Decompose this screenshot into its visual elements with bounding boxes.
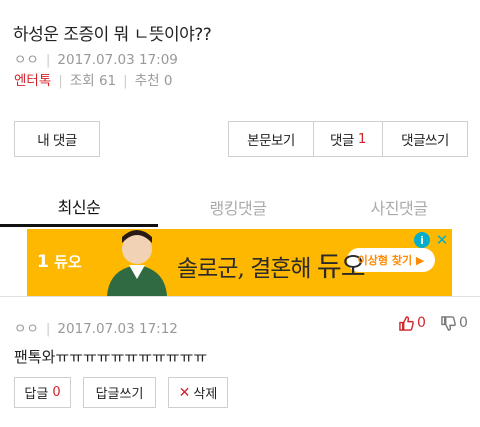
reply-label: 답글	[24, 387, 49, 402]
downvote-button[interactable]: 0	[441, 315, 468, 331]
view-count: 조회 61	[69, 73, 117, 89]
comment-meta: ㅇㅇ | 2017.07.03 17:12	[14, 321, 178, 337]
thumbs-down-icon	[441, 315, 456, 331]
post-author[interactable]: ㅇㅇ	[14, 52, 39, 68]
ad-info-icon[interactable]: i	[414, 232, 430, 248]
upvote-button[interactable]: 0	[399, 315, 426, 331]
reply-count: 0	[52, 385, 61, 400]
comments-button[interactable]: 댓글 1	[313, 121, 383, 157]
write-reply-button[interactable]: 답글쓰기	[83, 377, 156, 408]
thumbs-up-icon	[399, 315, 414, 331]
view-body-button[interactable]: 본문보기	[228, 121, 314, 157]
comment-datetime: 2017.07.03 17:12	[57, 321, 178, 337]
write-reply-label: 답글쓰기	[95, 387, 144, 402]
divider	[0, 296, 480, 297]
ad-brand-name: 듀오	[54, 253, 82, 271]
view-body-label: 본문보기	[247, 133, 295, 149]
ad-close-icon[interactable]: ✕	[434, 231, 450, 249]
write-comment-button[interactable]: 댓글쓰기	[382, 121, 468, 157]
tab-latest[interactable]: 최신순	[0, 187, 158, 227]
tab-photo[interactable]: 사진댓글	[318, 187, 480, 227]
comment-author[interactable]: ㅇㅇ	[14, 321, 39, 337]
downvote-count: 0	[459, 315, 468, 331]
reply-button[interactable]: 답글 0	[14, 377, 71, 408]
ad-brand: 1 듀오	[37, 251, 82, 272]
comments-label: 댓글	[330, 133, 354, 149]
post-meta: ㅇㅇ | 2017.07.03 17:09	[14, 52, 178, 68]
my-comments-label: 내 댓글	[37, 133, 77, 149]
write-comment-label: 댓글쓰기	[401, 133, 449, 149]
upvote-count: 0	[417, 315, 426, 331]
post-title: 하성운 조증이 뭐 ㄴ뜻이야??	[13, 25, 212, 45]
ad-banner[interactable]: 1 듀오 솔로군, 결혼해 듀오 이상형 찾기 ▶ i ✕	[27, 229, 452, 296]
my-comments-button[interactable]: 내 댓글	[14, 121, 100, 157]
category-link[interactable]: 엔터톡	[14, 73, 51, 89]
ad-cta-button[interactable]: 이상형 찾기 ▶	[347, 248, 435, 272]
recommend-count: 추천 0	[134, 73, 173, 89]
delete-label: 삭제	[193, 387, 218, 402]
ad-slogan: 솔로군, 결혼해 듀오	[177, 245, 366, 284]
comment-text: 팬톡와ㅠㅠㅠㅠㅠㅠㅠㅠㅠㅠㅠ	[14, 348, 208, 366]
tab-ranking[interactable]: 랭킹댓글	[158, 187, 318, 227]
delete-button[interactable]: ✕ 삭제	[168, 377, 228, 408]
post-stats: 엔터톡 | 조회 61 | 추천 0	[14, 73, 173, 89]
ad-slogan-main: 솔로군, 결혼해	[177, 256, 312, 282]
comments-count: 1	[357, 131, 367, 147]
ad-brand-mark: 1	[37, 252, 49, 272]
post-datetime: 2017.07.03 17:09	[57, 52, 178, 68]
delete-x-icon: ✕	[178, 384, 191, 401]
